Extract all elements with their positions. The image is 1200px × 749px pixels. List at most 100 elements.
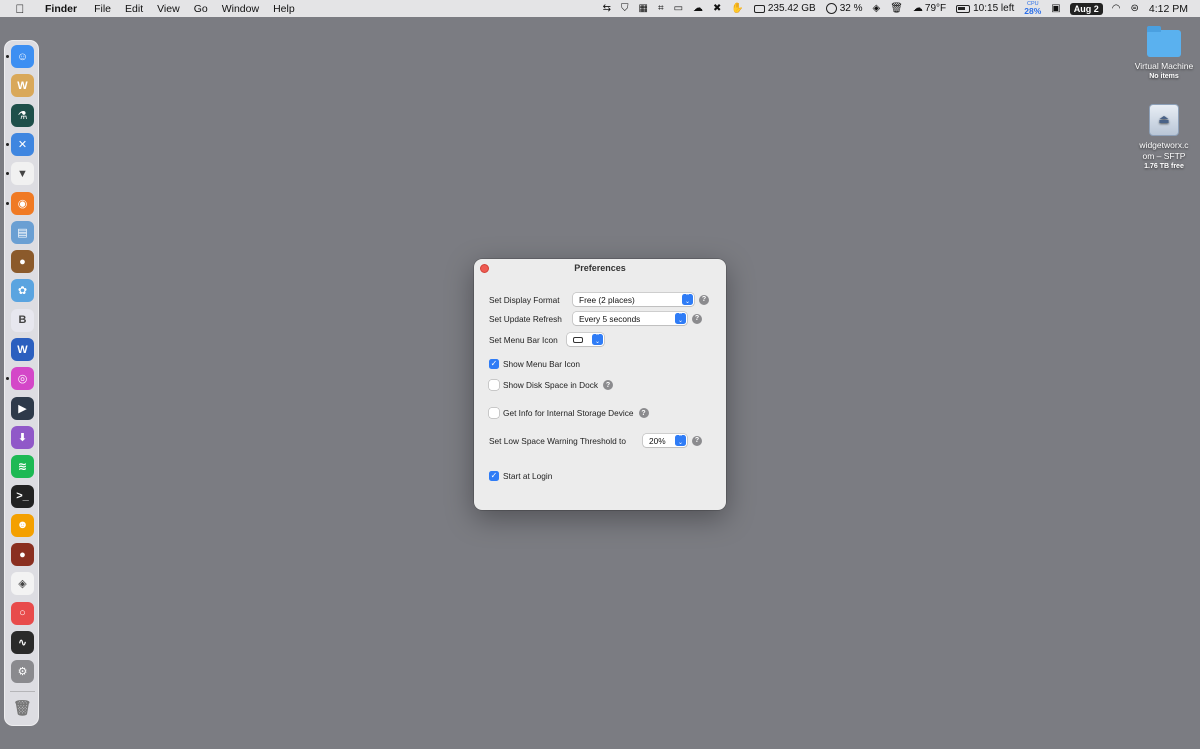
show-menu-bar-icon-label: Show Menu Bar Icon bbox=[503, 359, 581, 369]
low-space-threshold-popup[interactable]: 20% ⌃ ⌄ bbox=[643, 434, 687, 447]
desktop-item-sub: No items bbox=[1149, 73, 1179, 81]
drive-icon bbox=[573, 336, 583, 343]
update-refresh-popup[interactable]: Every 5 seconds ⌃ ⌄ bbox=[573, 312, 687, 325]
help-icon[interactable]: ? bbox=[699, 294, 709, 305]
help-icon[interactable]: ? bbox=[692, 435, 702, 446]
apple-menu-icon[interactable]:  bbox=[12, 2, 28, 16]
dock-ring-app-icon[interactable]: ○ bbox=[11, 601, 34, 625]
dock-running-indicator bbox=[6, 142, 9, 146]
get-info-internal-label: Get Info for Internal Storage Device bbox=[503, 408, 634, 418]
window-title: Preferences bbox=[574, 263, 626, 273]
dock-arc-icon[interactable]: ◎ bbox=[11, 367, 34, 391]
show-menu-bar-icon-row[interactable]: ✓ Show Menu Bar Icon bbox=[489, 359, 580, 369]
dock-photo-app-icon[interactable]: ✿ bbox=[11, 279, 34, 303]
sync-status-icon[interactable]: ⇆ bbox=[598, 0, 616, 17]
desktop-item-sftp-drive[interactable]: ⏏ widgetworx.c om – SFTP 1.76 TB free bbox=[1132, 104, 1196, 171]
menu-app-name[interactable]: Finder bbox=[38, 3, 84, 15]
low-space-threshold-row: Set Low Space Warning Threshold to 20% ⌃… bbox=[489, 434, 702, 447]
dock-lab-icon[interactable]: ⚗ bbox=[11, 103, 34, 127]
wifi-icon[interactable]: ◠ bbox=[1107, 0, 1126, 17]
battery-menu-item[interactable]: 10:15 left bbox=[951, 0, 1019, 17]
dock-beta-app-icon[interactable]: ☻ bbox=[11, 513, 34, 537]
show-disk-space-dock-row[interactable]: Show Disk Space in Dock ? bbox=[489, 380, 613, 390]
start-at-login-checkbox[interactable]: ✓ bbox=[489, 471, 499, 481]
menu-edit[interactable]: Edit bbox=[118, 3, 150, 15]
desktop-item-name-line2: om – SFTP bbox=[1142, 151, 1186, 162]
dock-finder-icon[interactable]: ☺ bbox=[11, 45, 34, 68]
clipboard-status-icon[interactable]: ▣ bbox=[1046, 0, 1065, 17]
dock-bbedit-icon[interactable]: B bbox=[11, 308, 34, 332]
dock: ☺ W ⚗ ✕ ▼ ◉ ▤ ● ✿ B W ◎ ▶ ⬇ ≋ >_ ☻ ● ◈ ○ ∿ ⚙ 🗑 bbox=[4, 40, 39, 726]
control-center-icon[interactable]: ⊜ bbox=[1126, 0, 1144, 17]
get-info-internal-checkbox[interactable] bbox=[489, 408, 499, 418]
menu-view[interactable]: View bbox=[150, 3, 187, 15]
grid-status-icon[interactable]: ▦ bbox=[633, 0, 652, 17]
dock-activity-monitor-icon[interactable]: ∿ bbox=[11, 631, 34, 654]
weather-menu-item[interactable]: ☁ 79°F bbox=[908, 0, 951, 17]
help-icon[interactable]: ? bbox=[603, 380, 613, 390]
cpu-menu-item[interactable]: CPU 28% bbox=[1019, 1, 1046, 16]
menu-window[interactable]: Window bbox=[215, 3, 266, 15]
progress-menu-item[interactable]: 32 % bbox=[821, 0, 868, 17]
dock-running-indicator bbox=[6, 377, 9, 381]
start-at-login-row[interactable]: ✓ Start at Login bbox=[489, 471, 552, 481]
dock-infuse-icon[interactable]: ▶ bbox=[11, 396, 34, 420]
start-at-login-label: Start at Login bbox=[503, 471, 553, 481]
hand-status-icon[interactable]: ✋ bbox=[726, 0, 748, 17]
dock-separator bbox=[10, 690, 35, 692]
disk-free-value: 235.42 GB bbox=[767, 3, 816, 14]
display-format-label: Set Display Format bbox=[489, 294, 560, 305]
dock-acorn-icon[interactable]: ● bbox=[11, 250, 34, 274]
desktop-item-name-line1: widgetworx.c bbox=[1139, 140, 1189, 150]
display-format-popup[interactable]: Free (2 places) ⌃ ⌄ bbox=[573, 293, 694, 306]
dock-trash-icon[interactable]: 🗑 bbox=[11, 697, 34, 720]
trash-status-icon[interactable]: 🗑 bbox=[885, 0, 908, 17]
dock-running-indicator bbox=[6, 172, 9, 176]
shield-status-icon[interactable]: ⛉ bbox=[616, 0, 634, 17]
dock-running-indicator bbox=[6, 201, 9, 205]
drive-status-icon[interactable]: ▭ bbox=[669, 0, 688, 17]
battery-icon bbox=[956, 4, 971, 13]
show-menu-bar-icon-checkbox[interactable]: ✓ bbox=[489, 359, 499, 369]
dock-preview-icon[interactable]: ▤ bbox=[11, 220, 34, 244]
display-format-value: Free (2 places) bbox=[579, 294, 635, 305]
menu-go[interactable]: Go bbox=[187, 3, 215, 15]
dock-terminal-icon[interactable]: >_ bbox=[11, 484, 34, 508]
chevron-updown-icon: ⌃ ⌄ bbox=[592, 334, 603, 345]
dock-coffee-app-icon[interactable]: ● bbox=[11, 543, 34, 567]
clock[interactable]: 4:12 PM bbox=[1144, 0, 1200, 17]
low-space-threshold-value: 20% bbox=[649, 435, 666, 446]
battery-value: 10:15 left bbox=[973, 3, 1015, 14]
chevron-updown-icon: ⌃ ⌄ bbox=[675, 313, 686, 324]
help-icon[interactable]: ? bbox=[692, 313, 702, 324]
preferences-window: Preferences Set Display Format Free (2 p… bbox=[474, 259, 726, 510]
dock-layers-app-icon[interactable]: ◈ bbox=[11, 572, 34, 596]
update-refresh-value: Every 5 seconds bbox=[579, 313, 641, 324]
disk-space-menu-item[interactable]: 235.42 GB bbox=[749, 0, 821, 17]
desktop-item-virtual-machine[interactable]: Virtual Machine No items bbox=[1132, 26, 1196, 81]
dock-brave-icon[interactable]: ▼ bbox=[11, 162, 34, 186]
cloud-status-icon[interactable]: ☁ bbox=[688, 0, 708, 17]
dock-downloader-icon[interactable]: ⬇ bbox=[11, 425, 34, 449]
chevron-updown-icon: ⌃ ⌄ bbox=[675, 435, 686, 446]
dock-xcode-tools-icon[interactable]: ✕ bbox=[11, 132, 34, 156]
show-disk-space-dock-checkbox[interactable] bbox=[489, 380, 499, 390]
menu-file[interactable]: File bbox=[87, 3, 118, 15]
dock-system-settings-icon[interactable]: ⚙ bbox=[11, 660, 34, 684]
dock-microsoft-word-icon[interactable]: W bbox=[11, 338, 34, 361]
screenshot-status-icon[interactable]: ⌗ bbox=[653, 0, 669, 17]
diamond-status-icon[interactable]: ◈ bbox=[867, 0, 885, 17]
x-status-icon[interactable]: ✖ bbox=[708, 0, 726, 17]
menu-bar-icon-popup[interactable]: ⌃ ⌄ bbox=[567, 333, 604, 346]
dock-word-processor-icon[interactable]: W bbox=[11, 74, 34, 98]
weather-value: 79°F bbox=[924, 3, 947, 14]
get-info-internal-row[interactable]: Get Info for Internal Storage Device ? bbox=[489, 408, 649, 418]
cloud-weather-icon: ☁ bbox=[912, 3, 923, 14]
menu-help[interactable]: Help bbox=[266, 3, 302, 15]
date-badge[interactable]: Aug 2 bbox=[1069, 2, 1103, 15]
dock-spotify-icon[interactable]: ≋ bbox=[11, 455, 34, 479]
help-icon[interactable]: ? bbox=[638, 408, 649, 418]
dock-firefox-icon[interactable]: ◉ bbox=[11, 191, 34, 215]
menu-bar-icon-row: Set Menu Bar Icon ⌃ ⌄ bbox=[489, 333, 604, 346]
update-refresh-row: Set Update Refresh Every 5 seconds ⌃ ⌄ ? bbox=[489, 312, 702, 325]
